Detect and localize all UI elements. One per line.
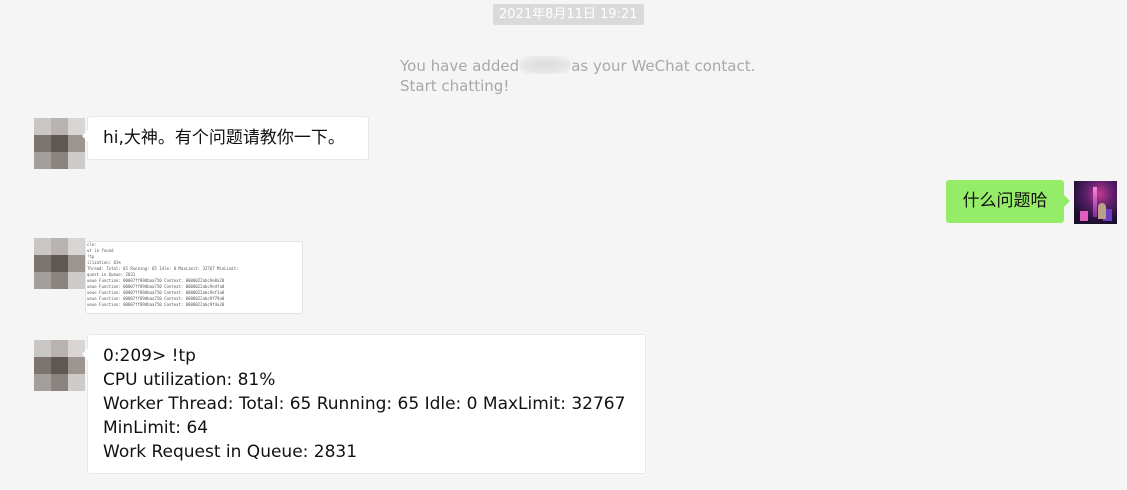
contact-avatar[interactable] xyxy=(34,118,85,169)
message-text: 什么问题哈 xyxy=(962,191,1048,211)
message-line: Worker Thread: Total: 65 Running: 65 Idl… xyxy=(103,394,626,414)
message-line: 0:209> !tp xyxy=(103,346,196,366)
system-message: You have added as your WeChat contact. St… xyxy=(400,56,770,96)
message-line: Work Request in Queue: 2831 xyxy=(103,442,358,462)
message-line: CPU utilization: 81% xyxy=(103,370,276,390)
message-timestamp: 2021年8月11日 19:21 xyxy=(493,4,644,25)
image-text-line: ueue Function: 00007ff89dbaa750 Context:… xyxy=(87,302,225,307)
sent-message-bubble[interactable]: 什么问题哈 xyxy=(946,180,1070,223)
image-message-thumbnail[interactable]: cle: ut in found !tp ilization: 81% Thre… xyxy=(85,241,303,314)
message-text: hi,大神。有个问题请教你一下。 xyxy=(103,128,345,148)
my-avatar[interactable] xyxy=(1074,181,1117,224)
chat-window: 2021年8月11日 19:21 You have added as your W… xyxy=(0,0,1127,490)
contact-avatar[interactable] xyxy=(34,238,85,289)
message-line: MinLimit: 64 xyxy=(103,418,209,438)
system-message-suffix: as your WeChat contact. xyxy=(571,57,756,75)
received-message-bubble[interactable]: hi,大神。有个问题请教你一下。 xyxy=(82,116,369,160)
received-message-bubble[interactable]: 0:209> !tp CPU utilization: 81% Worker T… xyxy=(82,334,646,474)
contact-avatar[interactable] xyxy=(34,340,85,391)
system-message-line2: Start chatting! xyxy=(400,77,510,95)
system-message-prefix: You have added xyxy=(400,57,520,75)
blurred-contact-name xyxy=(519,56,572,74)
